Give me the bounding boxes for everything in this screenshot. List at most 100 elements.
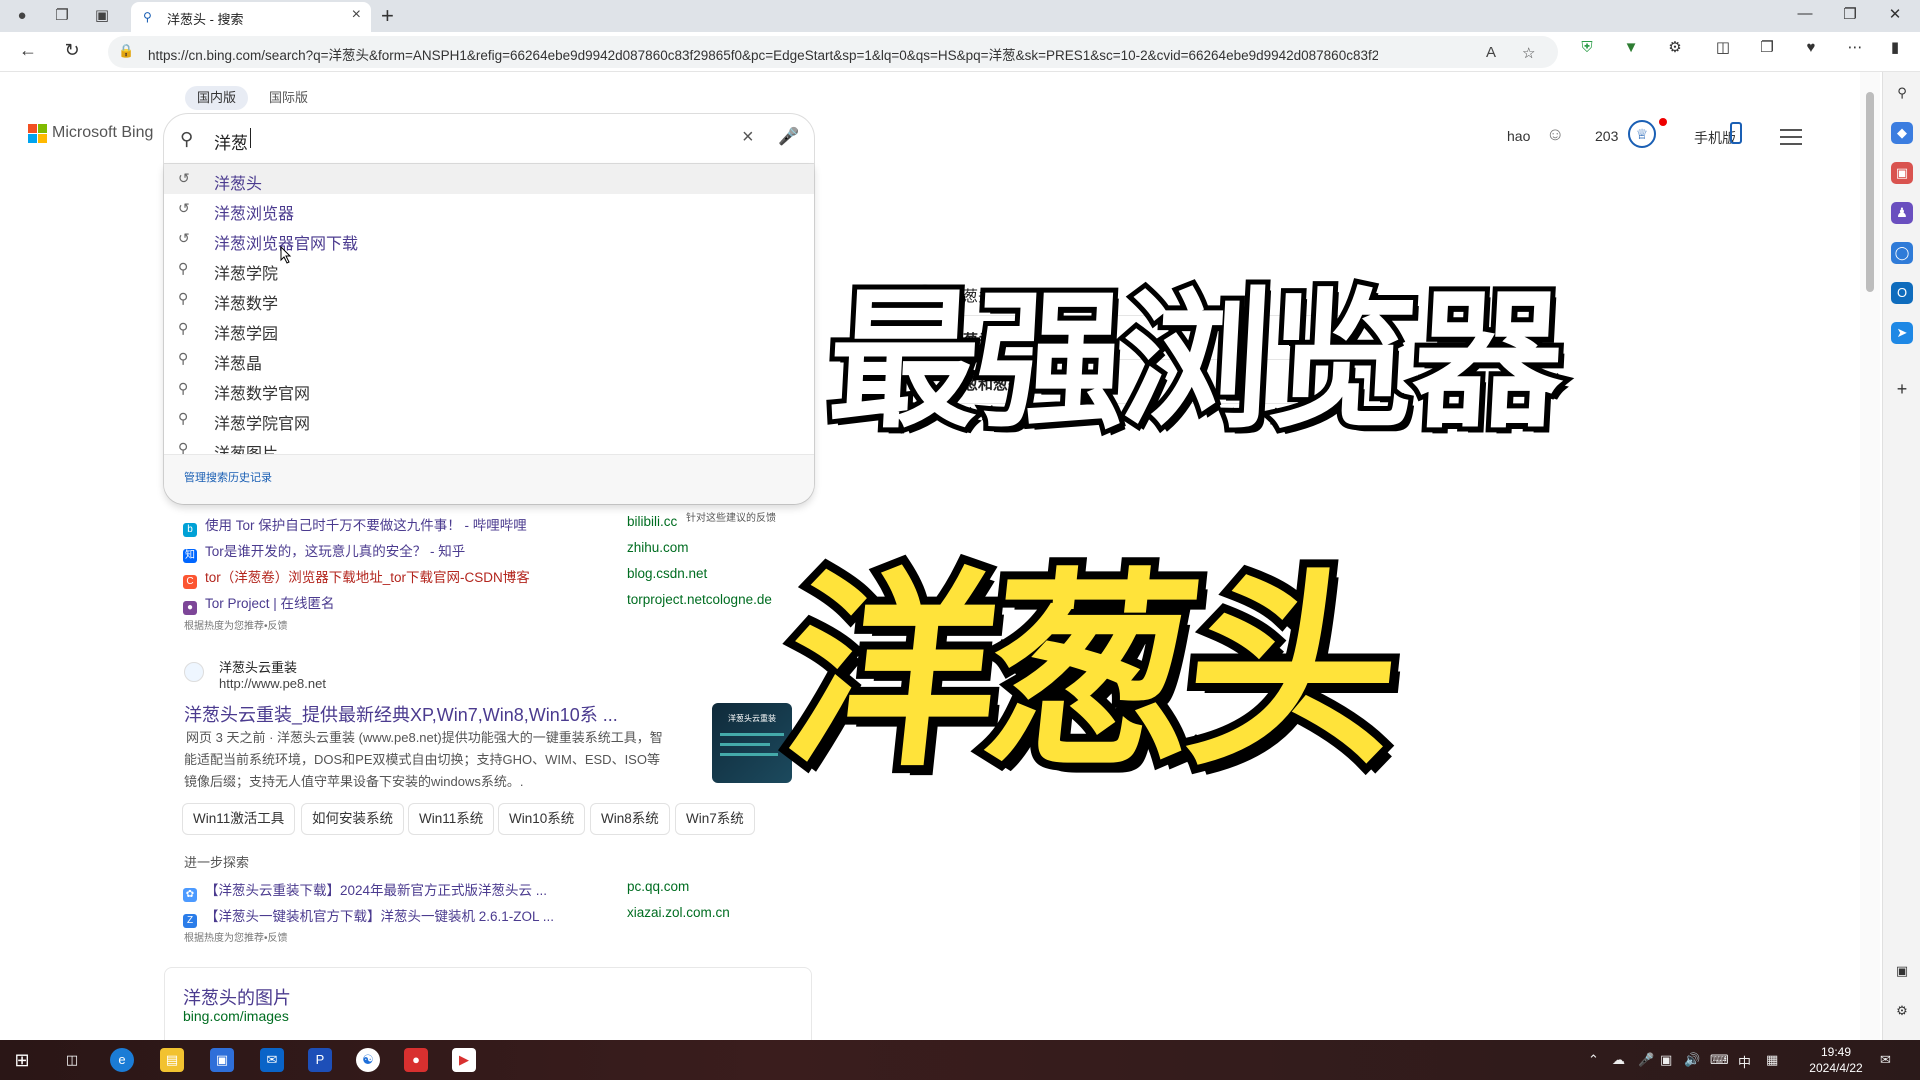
- screenshot-icon[interactable]: ▣: [1891, 960, 1913, 982]
- onedrive-cloud-icon[interactable]: ☁: [1612, 1052, 1625, 1068]
- extensions-icon[interactable]: ⚙: [1664, 37, 1686, 59]
- suggestion-item[interactable]: ⚲ 洋葱数学: [164, 284, 814, 314]
- images-card[interactable]: 洋葱头的图片 bing.com/images: [164, 967, 812, 1047]
- restore-button[interactable]: ❐: [1835, 5, 1865, 23]
- download-extension-icon[interactable]: ▼: [1620, 37, 1642, 59]
- refresh-button[interactable]: ↻: [60, 40, 84, 61]
- avatar-icon[interactable]: ☺: [1546, 124, 1564, 145]
- hint-feedback[interactable]: 根据热度为您推荐•反馈: [184, 929, 288, 944]
- suggestion-item[interactable]: ↺ 洋葱浏览器官网下载: [164, 224, 814, 254]
- send-icon[interactable]: ➤: [1891, 322, 1913, 344]
- address-bar[interactable]: 🔒 https://cn.bing.com/search?q=洋葱头&form=…: [108, 36, 1558, 68]
- split-screen-icon[interactable]: ◫: [1712, 37, 1734, 59]
- user-name[interactable]: hao: [1507, 128, 1530, 144]
- office-icon[interactable]: ◯: [1891, 242, 1913, 264]
- new-tab-button[interactable]: +: [381, 3, 394, 29]
- scope-domestic[interactable]: 国内版: [185, 86, 249, 110]
- result-title[interactable]: 洋葱头云重装_提供最新经典XP,Win7,Win8,Win10系 ...: [184, 701, 618, 727]
- store-icon[interactable]: ▣: [210, 1048, 234, 1072]
- search-box[interactable]: ⚲ 洋葱 × 🎤: [164, 114, 814, 166]
- close-tab-icon[interactable]: ×: [352, 6, 361, 24]
- page-scrollbar[interactable]: [1860, 72, 1880, 1040]
- back-button[interactable]: ←: [16, 40, 40, 61]
- result-link-row[interactable]: b 使用 Tor 保护自己时千万不要做这九件事！ - 哔哩哔哩: [183, 514, 527, 537]
- task-view-icon[interactable]: ◫: [60, 1048, 84, 1072]
- mic-tray-icon[interactable]: 🎤: [1638, 1052, 1654, 1068]
- deep-link-chip[interactable]: 如何安装系统: [301, 803, 404, 835]
- result-link-row[interactable]: ● Tor Project | 在线匿名: [183, 592, 335, 615]
- manage-history-link[interactable]: 管理搜索历史记录: [184, 469, 272, 485]
- hint-feedback[interactable]: 根据热度为您推荐•反馈: [184, 617, 288, 632]
- explore-heading: 进一步探索: [184, 855, 250, 870]
- video-editor-icon[interactable]: ▶: [452, 1048, 476, 1072]
- tray-chevron-icon[interactable]: ⌃: [1588, 1052, 1599, 1068]
- deep-link-chip[interactable]: Win11激活工具: [182, 803, 296, 835]
- swirl-app-icon[interactable]: ☯: [356, 1048, 380, 1072]
- result-site-name[interactable]: 洋葱头云重装: [219, 657, 297, 676]
- workspaces-icon[interactable]: ❐: [52, 6, 72, 26]
- suggestion-feedback-link[interactable]: 针对这些建议的反馈: [686, 509, 776, 524]
- settings-gear-icon[interactable]: ⚙: [1891, 1000, 1913, 1022]
- search-icon[interactable]: ⚲: [1891, 82, 1913, 104]
- explore-link-row[interactable]: ✿ 【洋葱头云重装下载】2024年最新官方正式版洋葱头云 ...: [183, 879, 547, 902]
- suggestion-item[interactable]: ⚲ 洋葱数学官网: [164, 374, 814, 404]
- keyboard-icon[interactable]: ⌨: [1710, 1052, 1729, 1068]
- rewards-points[interactable]: 203: [1595, 128, 1618, 144]
- profile-icon[interactable]: ●: [12, 6, 32, 26]
- result-url[interactable]: http://www.pe8.net: [219, 676, 326, 691]
- lock-icon[interactable]: 🔒: [118, 43, 134, 59]
- tab-actions-icon[interactable]: ▣: [92, 6, 112, 26]
- phone-icon[interactable]: [1730, 122, 1742, 144]
- result-link-row[interactable]: Ctor（洋葱卷）浏览器下载地址_tor下载官网-CSDN博客: [183, 566, 530, 589]
- search-icon[interactable]: ⚲: [180, 129, 193, 150]
- scrollbar-thumb[interactable]: [1866, 92, 1874, 292]
- suggestion-item[interactable]: ⚲ 洋葱学园: [164, 314, 814, 344]
- mail-icon[interactable]: ✉: [260, 1048, 284, 1072]
- more-menu-icon[interactable]: ⋯: [1844, 37, 1866, 59]
- url-text[interactable]: https://cn.bing.com/search?q=洋葱头&form=AN…: [148, 44, 1378, 64]
- games-icon[interactable]: ♟: [1891, 202, 1913, 224]
- suggestion-item[interactable]: ↺ 洋葱浏览器: [164, 194, 814, 224]
- hamburger-menu-icon[interactable]: [1780, 124, 1802, 150]
- clear-icon[interactable]: ×: [742, 126, 754, 149]
- microphone-icon[interactable]: 🎤: [778, 127, 799, 147]
- ime-mode-icon[interactable]: ▦: [1766, 1052, 1778, 1068]
- favorite-star-icon[interactable]: ☆: [1522, 44, 1535, 62]
- read-aloud-icon[interactable]: A: [1486, 44, 1496, 61]
- start-windows-icon[interactable]: ⊞: [10, 1048, 34, 1072]
- result-link-row[interactable]: 知 Tor是谁开发的，这玩意儿真的安全？ - 知乎: [183, 540, 465, 563]
- file-explorer-icon[interactable]: ▤: [160, 1048, 184, 1072]
- tab-active[interactable]: ⚲ 洋葱头 - 搜索 ×: [131, 2, 371, 32]
- images-card-title[interactable]: 洋葱头的图片: [183, 984, 291, 1010]
- deep-link-chip[interactable]: Win8系统: [590, 803, 670, 835]
- close-window-button[interactable]: ✕: [1880, 5, 1910, 23]
- suggestion-item[interactable]: ↺ 洋葱头: [164, 164, 814, 194]
- volume-icon[interactable]: 🔊: [1684, 1052, 1700, 1068]
- notification-icon[interactable]: ✉: [1880, 1052, 1891, 1068]
- scope-international[interactable]: 国际版: [257, 86, 320, 110]
- suggestion-item[interactable]: ⚲ 洋葱学院官网: [164, 404, 814, 434]
- taskbar-clock[interactable]: 19:49 2024/4/22: [1808, 1044, 1864, 1076]
- sidebar-toggle-icon[interactable]: ▮: [1884, 37, 1906, 59]
- recorder-app-icon[interactable]: ●: [404, 1048, 428, 1072]
- browser-essentials-icon[interactable]: ♥: [1800, 37, 1822, 59]
- search-input[interactable]: 洋葱: [214, 129, 248, 154]
- shopping-tag-icon[interactable]: ◆: [1891, 122, 1913, 144]
- deep-link-chip[interactable]: Win7系统: [675, 803, 755, 835]
- add-sidebar-app-icon[interactable]: +: [1891, 378, 1913, 400]
- deep-link-chip[interactable]: Win10系统: [498, 803, 586, 835]
- explore-link-row[interactable]: Z 【洋葱头一键装机官方下载】洋葱头一键装机 2.6.1-ZOL ...: [183, 905, 554, 928]
- minimize-button[interactable]: —: [1790, 5, 1820, 22]
- rewards-trophy-icon[interactable]: ♕: [1628, 120, 1656, 148]
- collections-icon[interactable]: ❐: [1756, 37, 1778, 59]
- suggestion-item[interactable]: ⚲ 洋葱学院: [164, 254, 814, 284]
- deep-link-chip[interactable]: Win11系统: [408, 803, 495, 835]
- shield-extension-icon[interactable]: ⛨: [1576, 37, 1598, 59]
- ime-indicator[interactable]: 中: [1738, 1052, 1751, 1071]
- network-icon[interactable]: ▣: [1660, 1052, 1672, 1068]
- p-app-icon[interactable]: P: [308, 1048, 332, 1072]
- edge-app-icon[interactable]: e: [110, 1048, 134, 1072]
- outlook-icon[interactable]: O: [1891, 282, 1913, 304]
- tools-briefcase-icon[interactable]: ▣: [1891, 162, 1913, 184]
- suggestion-item[interactable]: ⚲ 洋葱晶: [164, 344, 814, 374]
